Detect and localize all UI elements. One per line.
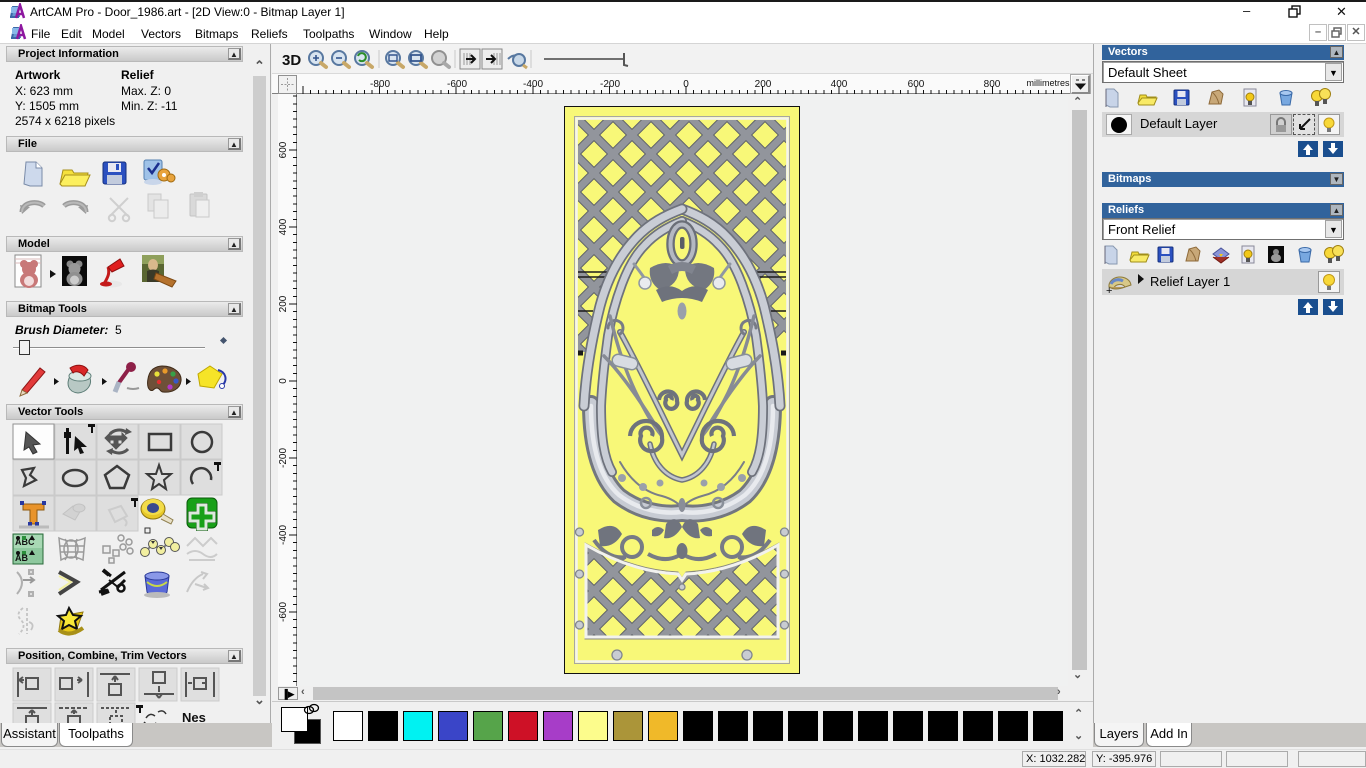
svg-text:-600: -600 [447, 79, 467, 90]
svg-text:+: + [1106, 285, 1112, 295]
svg-text:-400: -400 [278, 525, 289, 545]
svg-text:400: 400 [278, 218, 289, 235]
svg-text:-800: -800 [370, 79, 390, 90]
svg-text:0: 0 [278, 378, 289, 384]
svg-text:Nes: Nes [182, 710, 206, 723]
svg-text:millimetres: millimetres [1026, 78, 1070, 88]
svg-text:AB: AB [15, 553, 28, 563]
svg-text:3D: 3D [282, 52, 301, 69]
svg-text:-600: -600 [278, 602, 289, 622]
svg-text:-200: -200 [278, 448, 289, 468]
svg-text:200: 200 [755, 79, 772, 90]
svg-text:600: 600 [278, 141, 289, 158]
svg-text:-200: -200 [600, 79, 620, 90]
svg-text:200: 200 [278, 295, 289, 312]
